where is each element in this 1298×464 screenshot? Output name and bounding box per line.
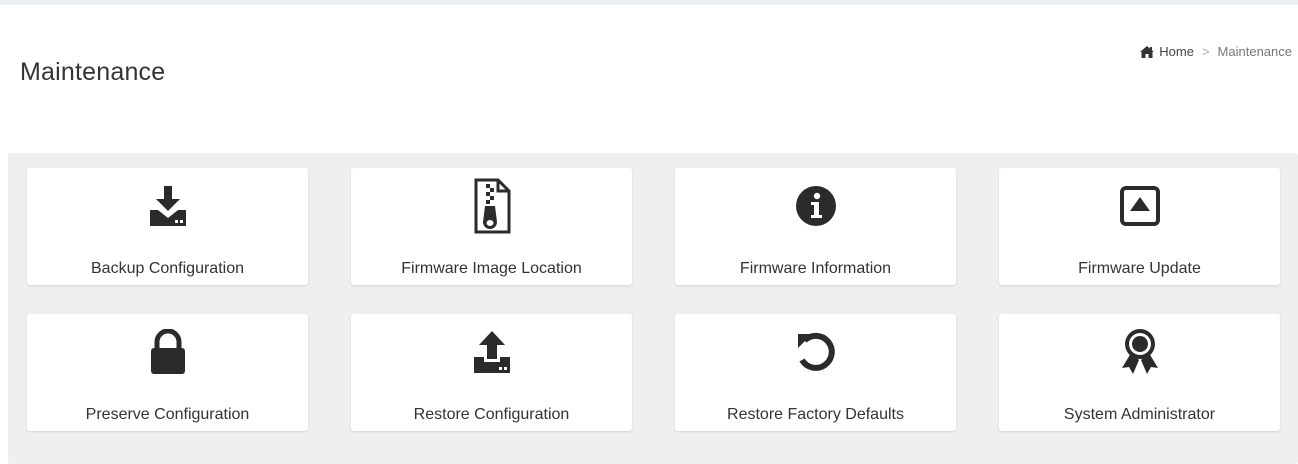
- top-border: [0, 0, 1298, 5]
- eject-square-icon: [999, 178, 1280, 234]
- tile-restore-factory-defaults[interactable]: Restore Factory Defaults: [675, 314, 956, 431]
- tile-system-administrator[interactable]: System Administrator: [999, 314, 1280, 431]
- tile-label: Restore Configuration: [413, 406, 570, 423]
- tile-restore-configuration[interactable]: Restore Configuration: [351, 314, 632, 431]
- maintenance-panel: Backup Configuration Firmware Image Loca…: [8, 153, 1298, 464]
- tile-firmware-update[interactable]: Firmware Update: [999, 168, 1280, 285]
- tile-label: Restore Factory Defaults: [727, 406, 904, 423]
- lock-icon: [27, 324, 308, 380]
- tile-firmware-information[interactable]: Firmware Information: [675, 168, 956, 285]
- tile-label: Preserve Configuration: [85, 406, 250, 423]
- tile-backup-configuration[interactable]: Backup Configuration: [27, 168, 308, 285]
- tile-label: System Administrator: [1063, 406, 1216, 423]
- download-drive-icon: [27, 178, 308, 234]
- page-title: Maintenance: [20, 58, 166, 86]
- info-circle-icon: [675, 178, 956, 234]
- breadcrumb: Home > Maintenance: [1140, 44, 1292, 59]
- home-icon: [1140, 45, 1155, 58]
- breadcrumb-current: Maintenance: [1217, 44, 1292, 59]
- tile-label: Firmware Information: [739, 260, 892, 277]
- tile-firmware-image-location[interactable]: Firmware Image Location: [351, 168, 632, 285]
- upload-drive-icon: [351, 324, 632, 380]
- tile-label: Backup Configuration: [91, 260, 244, 277]
- breadcrumb-home-label: Home: [1159, 44, 1194, 59]
- breadcrumb-home-link[interactable]: Home: [1140, 44, 1194, 59]
- tile-label: Firmware Update: [1078, 260, 1201, 277]
- award-icon: [999, 324, 1280, 380]
- undo-icon: [675, 324, 956, 380]
- tile-label: Firmware Image Location: [401, 260, 582, 277]
- breadcrumb-separator: >: [1201, 44, 1210, 59]
- tile-preserve-configuration[interactable]: Preserve Configuration: [27, 314, 308, 431]
- zip-file-icon: [351, 178, 632, 234]
